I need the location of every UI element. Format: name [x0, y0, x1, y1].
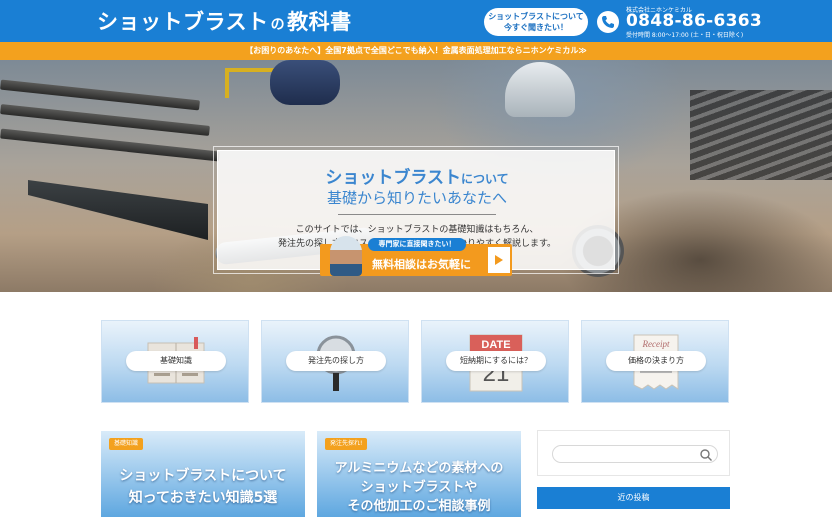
business-hours: 受付時間 8:00〜17:00 (土・日・祝日除く) — [626, 32, 744, 39]
logo-main: ショットブラスト — [97, 10, 269, 34]
search-icon[interactable] — [699, 448, 713, 462]
hero-worker — [270, 60, 340, 105]
article-tag: 基礎知識 — [109, 438, 144, 450]
sidebar-search — [537, 430, 730, 476]
article-tag: 発注先探れ! — [325, 438, 368, 450]
article-title: アルミニウムなどの素材への ショットブラストや その他加工のご相談事例 — [317, 459, 521, 516]
article-title-line1: アルミニウムなどの素材への — [334, 461, 504, 476]
hero-headline-main: ショットブラスト — [325, 168, 462, 188]
hero-helmet — [505, 62, 575, 117]
hero-rail — [0, 79, 200, 111]
category-label-pricing: 価格の決まり方 — [606, 351, 706, 371]
cta-label: 無料相談はお気軽に — [372, 258, 471, 271]
site-logo[interactable]: ショットブラスト の教科書 — [97, 6, 352, 36]
article-title-line2: ショットブラストや — [360, 480, 478, 495]
receipt-word: Receipt — [642, 339, 670, 349]
category-card-pricing[interactable]: Receipt 価格の決まり方 — [581, 320, 729, 403]
hero-description-line1: このサイトでは、ショットブラストの基礎知識はもちろん、 — [295, 225, 539, 235]
category-label-short-lead: 短納期にするには？ — [446, 351, 546, 371]
category-card-short-lead[interactable]: DATE 21 短納期にするには？ — [421, 320, 569, 403]
article-title-line1: ショットブラストについて — [119, 468, 287, 484]
article-title-line3: その他加工のご相談事例 — [347, 499, 491, 514]
logo-no: の — [270, 17, 286, 33]
recent-posts-heading: 近の投稿 — [537, 487, 730, 509]
hero-headline-2: 基礎から知りたいあなたへ — [326, 189, 507, 207]
hero-rack — [690, 90, 832, 180]
search-input[interactable] — [552, 445, 718, 463]
phone-icon — [597, 11, 619, 33]
article-title-line2: 知っておきたい知識5選 — [128, 490, 278, 506]
article-card-basics[interactable]: 基礎知識 ショットブラストについて 知っておきたい知識5選 — [101, 431, 305, 517]
category-card-basics[interactable]: 基礎知識 — [101, 320, 249, 403]
calendar-date-word: DATE — [481, 339, 510, 351]
hero-divider — [338, 214, 496, 215]
category-label-find-supplier: 発注先の探し方 — [286, 351, 386, 371]
hero-nozzle-blade — [28, 180, 208, 240]
site-header: ショットブラスト の教科書 ショットブラストについて 今すぐ聞きたい！ 株式会社ニ… — [0, 0, 832, 42]
ask-now-button[interactable]: ショットブラストについて 今すぐ聞きたい！ — [484, 8, 588, 36]
category-card-find-supplier[interactable]: 発注先の探し方 — [261, 320, 409, 403]
announcement-bar[interactable]: 【お困りのあなたへ】全国7拠点で全国どこでも納入！金属表面処理加工ならニホンケミ… — [0, 42, 832, 60]
article-card-case[interactable]: 発注先探れ! アルミニウムなどの素材への ショットブラストや その他加工のご相談… — [317, 431, 521, 517]
cta-badge: 専門家に直接聞きたい！ — [368, 238, 466, 251]
play-arrow-icon[interactable] — [488, 247, 510, 273]
article-title: ショットブラストについて 知っておきたい知識5選 — [101, 465, 305, 509]
category-label-basics: 基礎知識 — [126, 351, 226, 371]
hero-headline-small: について — [461, 172, 509, 186]
phone-number[interactable]: 0848-86-6363 — [626, 11, 762, 31]
logo-tail: 教科書 — [287, 10, 352, 34]
consultant-avatar — [330, 236, 362, 276]
ask-now-line2: 今すぐ聞きたい！ — [504, 23, 568, 32]
ask-now-line1: ショットブラストについて — [488, 12, 584, 21]
hero-headline-1: ショットブラストについて — [218, 163, 616, 188]
